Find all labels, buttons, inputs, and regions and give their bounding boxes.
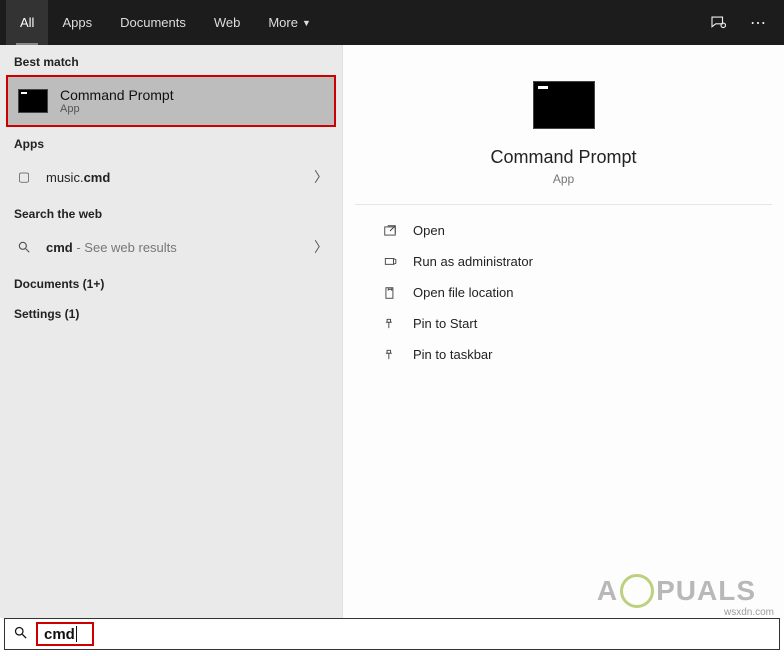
tab-more-label: More: [268, 15, 298, 30]
shield-icon: [381, 255, 399, 269]
credit-text: wsxdn.com: [724, 607, 774, 618]
search-query-text: cmd: [44, 626, 75, 643]
more-options-icon[interactable]: ⋯: [738, 13, 778, 33]
action-pin-start-label: Pin to Start: [413, 316, 477, 331]
action-open-label: Open: [413, 223, 445, 238]
preview-pane: Command Prompt App Open Run as administr…: [343, 45, 784, 618]
pin-icon: [381, 348, 399, 362]
action-open-location-label: Open file location: [413, 285, 513, 300]
file-icon: ▢: [14, 169, 34, 185]
action-pin-taskbar-label: Pin to taskbar: [413, 347, 493, 362]
pin-icon: [381, 317, 399, 331]
chevron-right-icon: 〉: [314, 167, 328, 187]
search-web-heading: Search the web: [0, 197, 342, 227]
settings-heading[interactable]: Settings (1): [0, 297, 342, 327]
preview-title: Command Prompt: [490, 147, 636, 168]
action-open[interactable]: Open: [355, 215, 772, 246]
action-run-admin-label: Run as administrator: [413, 254, 533, 269]
command-prompt-icon: [18, 89, 48, 113]
web-result-label: cmd - See web results: [46, 240, 177, 255]
preview-actions: Open Run as administrator Open file loca…: [355, 204, 772, 370]
chevron-right-icon: 〉: [314, 237, 328, 257]
apps-heading: Apps: [0, 127, 342, 157]
text-caret: [76, 626, 77, 642]
tab-more[interactable]: More ▼: [254, 0, 325, 45]
command-prompt-icon: [533, 81, 595, 129]
web-result-item[interactable]: cmd - See web results 〉: [0, 227, 342, 267]
search-query-highlight: cmd: [36, 622, 94, 646]
action-pin-start[interactable]: Pin to Start: [355, 308, 772, 339]
preview-subtitle: App: [553, 172, 574, 186]
documents-heading[interactable]: Documents (1+): [0, 267, 342, 297]
results-list: Best match Command Prompt App Apps ▢ mus…: [0, 45, 343, 618]
feedback-icon[interactable]: [698, 14, 738, 32]
best-match-item[interactable]: Command Prompt App: [6, 75, 336, 127]
search-results-pane: Best match Command Prompt App Apps ▢ mus…: [0, 45, 784, 618]
search-input[interactable]: cmd: [4, 618, 780, 650]
search-filter-tabs: All Apps Documents Web More ▼ ⋯: [0, 0, 784, 45]
best-match-title: Command Prompt: [60, 87, 174, 103]
tab-documents[interactable]: Documents: [106, 0, 200, 45]
tab-apps[interactable]: Apps: [48, 0, 106, 45]
search-icon: [13, 625, 28, 643]
best-match-heading: Best match: [0, 45, 342, 75]
apps-result-item[interactable]: ▢ music.cmd 〉: [0, 157, 342, 197]
tab-all[interactable]: All: [6, 0, 48, 45]
action-run-admin[interactable]: Run as administrator: [355, 246, 772, 277]
tab-web[interactable]: Web: [200, 0, 255, 45]
action-open-location[interactable]: Open file location: [355, 277, 772, 308]
action-pin-taskbar[interactable]: Pin to taskbar: [355, 339, 772, 370]
folder-icon: [381, 286, 399, 300]
chevron-down-icon: ▼: [302, 18, 311, 28]
apps-result-label: music.cmd: [46, 170, 110, 185]
best-match-subtitle: App: [60, 103, 174, 115]
watermark-logo: AA PUALSPUALS: [597, 574, 756, 608]
open-icon: [381, 224, 399, 238]
search-icon: [14, 239, 34, 255]
